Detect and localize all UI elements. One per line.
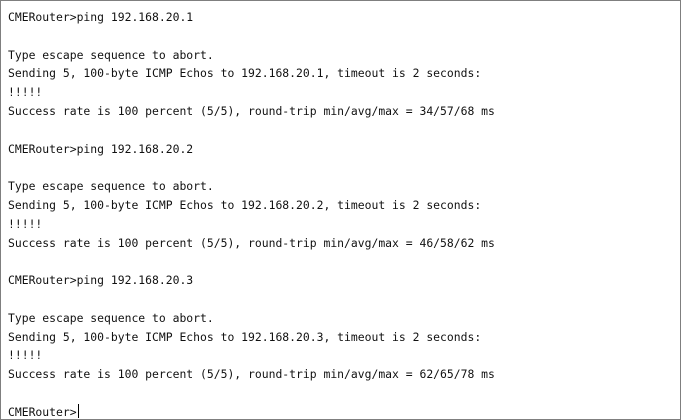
terminal-line: Type escape sequence to abort. — [8, 179, 214, 194]
terminal-line: Sending 5, 100-byte ICMP Echos to 192.16… — [8, 197, 482, 212]
terminal-line: !!!!! — [8, 85, 43, 100]
terminal-line: Sending 5, 100-byte ICMP Echos to 192.16… — [8, 329, 482, 344]
terminal-line: Success rate is 100 percent (5/5), round… — [8, 367, 495, 382]
terminal-line: Sending 5, 100-byte ICMP Echos to 192.16… — [8, 66, 482, 81]
terminal-line: Type escape sequence to abort. — [8, 310, 214, 325]
terminal-line: Type escape sequence to abort. — [8, 47, 214, 62]
terminal-line: CMERouter>ping 192.168.20.2 — [8, 141, 194, 156]
terminal-line: !!!!! — [8, 216, 43, 231]
terminal-line: !!!!! — [8, 348, 43, 363]
terminal-window[interactable]: CMERouter>ping 192.168.20.1 Type escape … — [0, 0, 681, 420]
terminal-prompt-line[interactable]: CMERouter> — [8, 403, 680, 419]
text-cursor — [77, 403, 79, 418]
terminal-line: CMERouter>ping 192.168.20.3 — [8, 273, 194, 288]
terminal-output: CMERouter>ping 192.168.20.1 Type escape … — [8, 8, 680, 419]
terminal-line: Success rate is 100 percent (5/5), round… — [8, 235, 495, 250]
terminal-line: CMERouter>ping 192.168.20.1 — [8, 10, 194, 24]
terminal-line: Success rate is 100 percent (5/5), round… — [8, 103, 495, 118]
terminal-prompt: CMERouter> — [8, 404, 77, 419]
